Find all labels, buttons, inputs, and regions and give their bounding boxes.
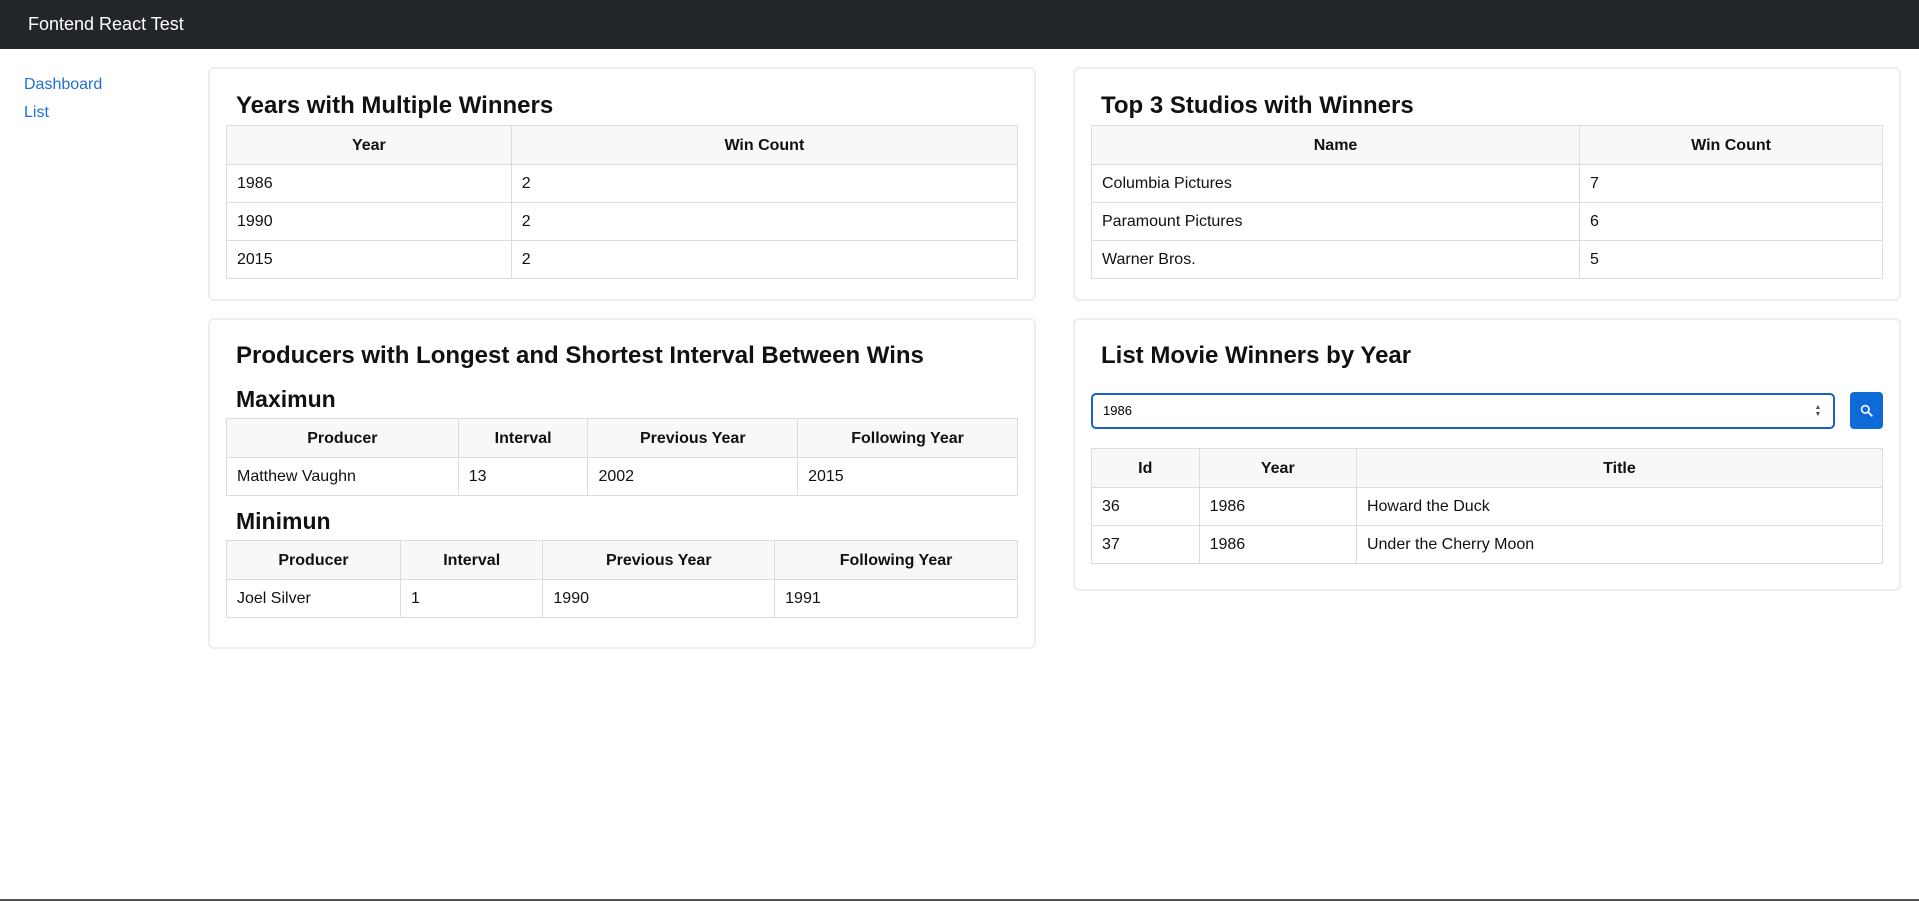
sidebar-item-dashboard[interactable]: Dashboard: [24, 71, 102, 99]
cell-win-count: 6: [1579, 202, 1883, 241]
cell-producer: Matthew Vaughn: [226, 457, 459, 496]
cell-following-year: 1991: [774, 579, 1018, 618]
column-header-following-year: Following Year: [797, 418, 1018, 458]
table-row: Columbia Pictures 7: [1090, 164, 1883, 203]
table-header-row: Producer Interval Previous Year Followin…: [225, 540, 1018, 580]
column-header-year: Year: [226, 125, 512, 165]
cell-title: Howard the Duck: [1355, 487, 1884, 526]
column-header-year: Year: [1198, 448, 1357, 488]
table-row: Matthew Vaughn 13 2002 2015: [226, 457, 1018, 496]
table-header-row: Producer Interval Previous Year Followin…: [226, 418, 1018, 458]
cell-year: 1986: [226, 164, 512, 203]
producer-intervals-card: Producers with Longest and Shortest Inte…: [208, 318, 1036, 649]
column-header-interval: Interval: [457, 418, 589, 458]
top-studios-card: Top 3 Studios with Winners Name Win Coun…: [1073, 67, 1901, 301]
multiple-winners-table: Year Win Count 1986 2 1990 2 2015 2: [226, 125, 1019, 279]
cell-year: 2015: [226, 240, 512, 279]
table-row: 1990 2: [226, 202, 1019, 241]
cell-producer: Joel Silver: [225, 579, 402, 618]
table-row: 2015 2: [226, 240, 1019, 279]
cell-id: 37: [1091, 525, 1200, 564]
table-row: 37 1986 Under the Cherry Moon: [1091, 525, 1884, 564]
cell-interval: 13: [457, 457, 589, 496]
cell-studio-name: Paramount Pictures: [1090, 202, 1581, 241]
column-header-win-count: Win Count: [1579, 125, 1883, 165]
cell-studio-name: Columbia Pictures: [1090, 164, 1581, 203]
multiple-winners-title: Years with Multiple Winners: [236, 92, 554, 119]
column-header-previous-year: Previous Year: [542, 540, 776, 580]
minimum-interval-table: Producer Interval Previous Year Followin…: [225, 540, 1018, 618]
search-button[interactable]: [1850, 392, 1883, 429]
winners-by-year-table: Id Year Title 36 1986 Howard the Duck 37…: [1091, 448, 1884, 564]
table-header-row: Name Win Count: [1090, 125, 1883, 165]
cell-year: 1986: [1198, 487, 1357, 526]
minimum-heading: Minimun: [236, 508, 331, 534]
cell-win-count: 7: [1579, 164, 1883, 203]
winners-by-year-title: List Movie Winners by Year: [1101, 342, 1412, 369]
column-header-id: Id: [1091, 448, 1200, 488]
column-header-producer: Producer: [225, 540, 402, 580]
table-header-row: Year Win Count: [226, 125, 1019, 165]
winners-by-year-card: List Movie Winners by Year ▲ ▼ Id Year T…: [1073, 318, 1901, 591]
year-search-field[interactable]: ▲ ▼: [1091, 392, 1835, 429]
maximum-interval-table: Producer Interval Previous Year Followin…: [226, 418, 1018, 496]
maximum-heading: Maximun: [236, 386, 336, 412]
number-stepper[interactable]: ▲ ▼: [1813, 404, 1823, 418]
top-navbar: Fontend React Test: [0, 0, 1919, 49]
sidebar-item-list[interactable]: List: [24, 99, 102, 127]
cell-win-count: 2: [510, 240, 1019, 279]
sidebar: Dashboard List: [24, 71, 102, 127]
search-icon: [1860, 404, 1873, 417]
table-row: Warner Bros. 5: [1090, 240, 1883, 279]
stepper-up-icon[interactable]: ▲: [1815, 404, 1822, 411]
cell-studio-name: Warner Bros.: [1090, 240, 1581, 279]
table-row: Paramount Pictures 6: [1090, 202, 1883, 241]
column-header-win-count: Win Count: [510, 125, 1019, 165]
column-header-title: Title: [1355, 448, 1884, 488]
table-row: 1986 2: [226, 164, 1019, 203]
table-header-row: Id Year Title: [1091, 448, 1884, 488]
year-search-input[interactable]: [1103, 403, 1823, 418]
cell-win-count: 2: [510, 164, 1019, 203]
cell-id: 36: [1091, 487, 1200, 526]
cell-win-count: 5: [1579, 240, 1883, 279]
app-title[interactable]: Fontend React Test: [28, 14, 184, 35]
top-studios-title: Top 3 Studios with Winners: [1101, 92, 1414, 119]
cell-following-year: 2015: [797, 457, 1018, 496]
cell-interval: 1: [400, 579, 544, 618]
table-row: Joel Silver 1 1990 1991: [225, 579, 1018, 618]
cell-year: 1986: [1198, 525, 1357, 564]
column-header-name: Name: [1090, 125, 1581, 165]
cell-title: Under the Cherry Moon: [1355, 525, 1884, 564]
cell-previous-year: 2002: [587, 457, 799, 496]
cell-previous-year: 1990: [542, 579, 776, 618]
column-header-producer: Producer: [226, 418, 459, 458]
top-studios-table: Name Win Count Columbia Pictures 7 Param…: [1090, 125, 1883, 279]
multiple-winners-card: Years with Multiple Winners Year Win Cou…: [208, 67, 1036, 301]
year-search-row: ▲ ▼: [1091, 392, 1883, 429]
cell-win-count: 2: [510, 202, 1019, 241]
column-header-following-year: Following Year: [774, 540, 1018, 580]
table-row: 36 1986 Howard the Duck: [1091, 487, 1884, 526]
column-header-previous-year: Previous Year: [587, 418, 799, 458]
column-header-interval: Interval: [400, 540, 544, 580]
producer-intervals-title: Producers with Longest and Shortest Inte…: [236, 342, 924, 369]
cell-year: 1990: [226, 202, 512, 241]
stepper-down-icon[interactable]: ▼: [1815, 411, 1822, 418]
